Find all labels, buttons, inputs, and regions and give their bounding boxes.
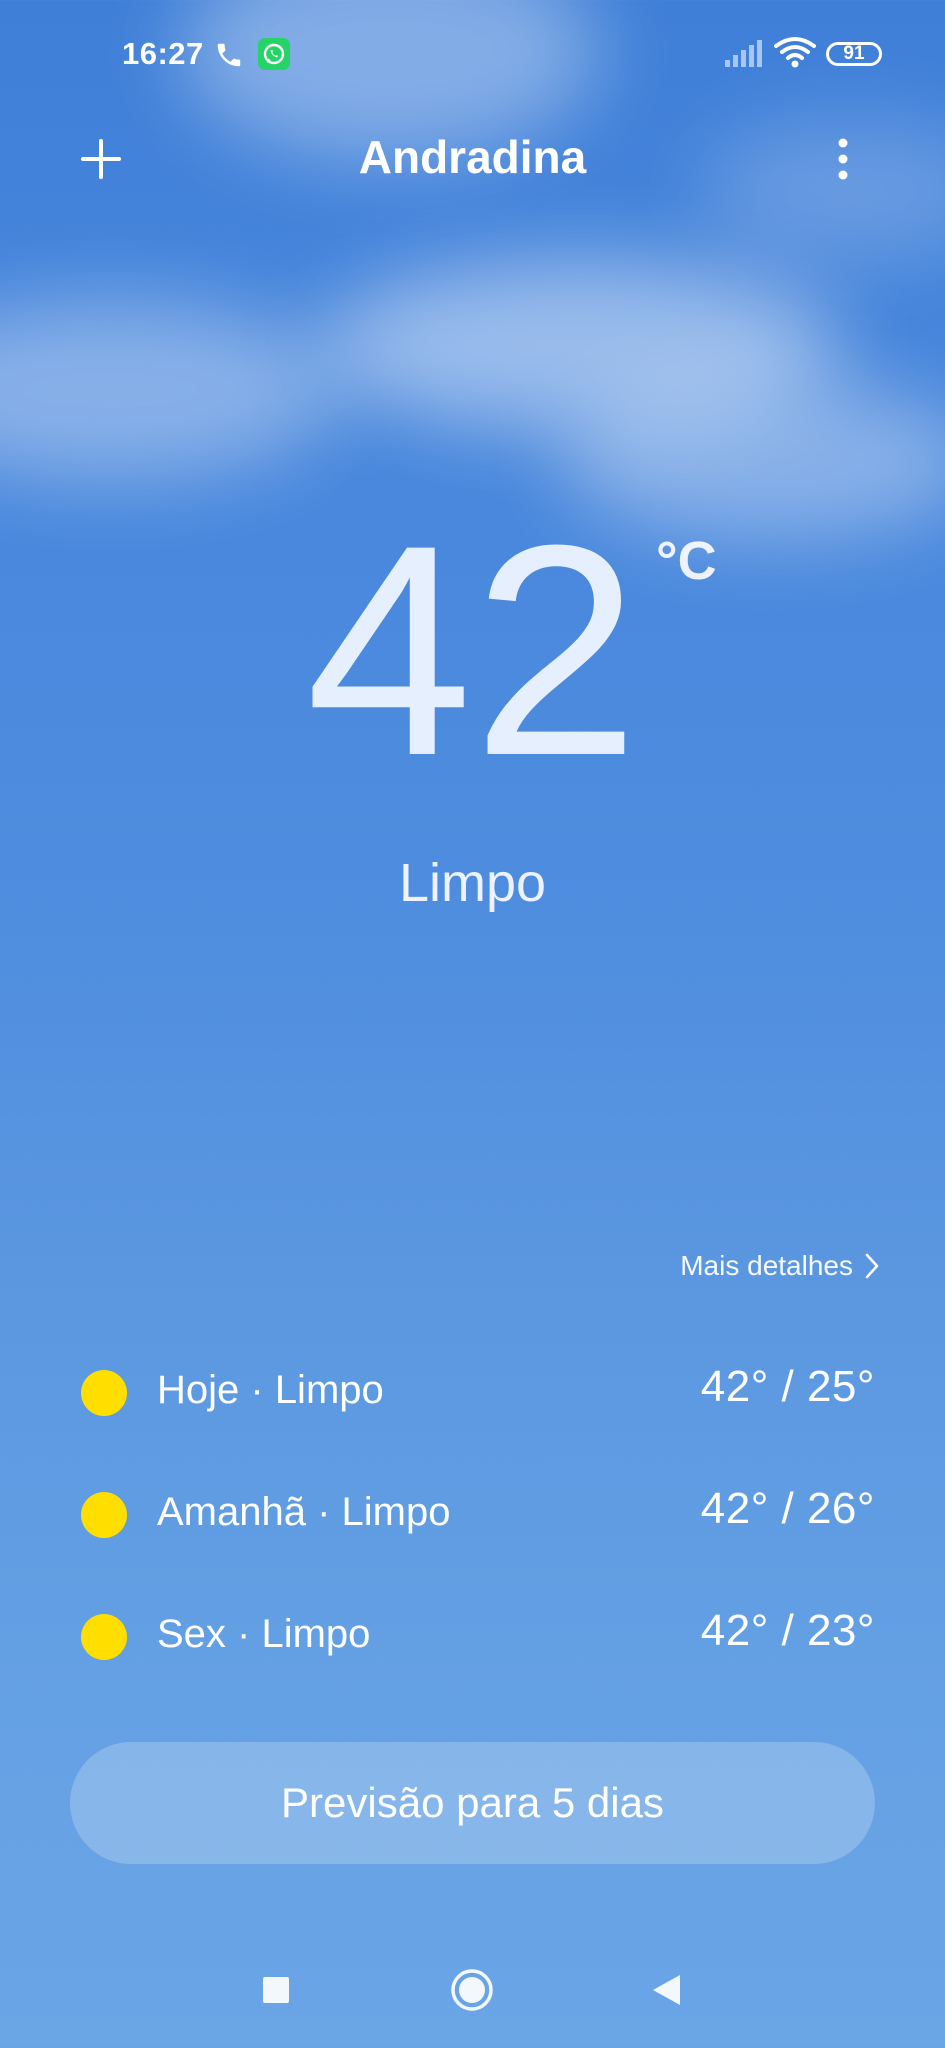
sun-icon xyxy=(81,1614,127,1660)
city-title: Andradina xyxy=(358,131,587,183)
temperature-unit: °C xyxy=(656,531,717,591)
status-time: 16:27 xyxy=(122,36,204,71)
sky-background xyxy=(0,0,945,2048)
forecast-day-label: Sex · Limpo xyxy=(157,1612,371,1656)
wifi-icon xyxy=(774,36,816,75)
sun-icon xyxy=(81,1492,127,1538)
forecast-row-tomorrow[interactable]: Amanhã · Limpo 42° / 26° xyxy=(0,1462,945,1562)
five-day-forecast-button[interactable]: Previsão para 5 dias xyxy=(70,1742,875,1864)
more-options-button[interactable] xyxy=(808,124,878,194)
home-circle-icon xyxy=(451,1969,493,2011)
sun-icon xyxy=(81,1370,127,1416)
whatsapp-icon xyxy=(258,38,290,75)
current-temperature: 42 xyxy=(305,482,640,818)
forecast-temps: 42° / 25° xyxy=(700,1362,875,1411)
signal-icon xyxy=(724,38,764,73)
forecast-day-label: Hoje · Limpo xyxy=(157,1368,384,1412)
current-condition: Limpo xyxy=(398,853,547,913)
status-bar: 16:27 91 xyxy=(0,0,945,110)
chevron-right-icon xyxy=(865,1253,879,1279)
back-button[interactable] xyxy=(636,1960,696,2020)
five-day-forecast-label: Previsão para 5 dias xyxy=(281,1779,664,1826)
recents-button[interactable] xyxy=(246,1960,306,2020)
back-triangle-icon xyxy=(653,1975,680,2005)
more-details-link[interactable]: Mais detalhes xyxy=(680,1250,881,1282)
battery-level: 91 xyxy=(843,43,865,64)
forecast-row-friday[interactable]: Sex · Limpo 42° / 23° xyxy=(0,1584,945,1684)
forecast-temps: 42° / 23° xyxy=(700,1606,875,1655)
forecast-row-today[interactable]: Hoje · Limpo 42° / 25° xyxy=(0,1340,945,1440)
more-vertical-icon xyxy=(838,138,848,180)
forecast-day-label: Amanhã · Limpo xyxy=(157,1490,451,1534)
battery-icon: 91 xyxy=(826,42,882,66)
more-details-label: Mais detalhes xyxy=(680,1250,853,1281)
phone-icon xyxy=(214,40,244,75)
home-button[interactable] xyxy=(442,1960,502,2020)
forecast-temps: 42° / 26° xyxy=(700,1484,875,1533)
recents-square-icon xyxy=(263,1977,289,2003)
